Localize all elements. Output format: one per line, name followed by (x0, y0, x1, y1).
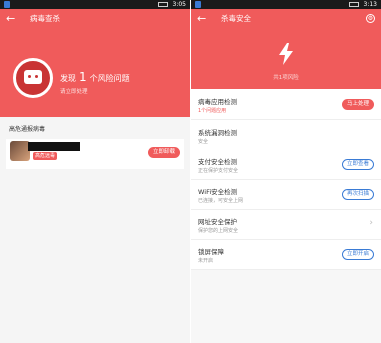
row-name: 病毒应用检测 (198, 98, 237, 106)
title-bar: ← 杀毒安全 ⚙ (191, 9, 381, 29)
antivirus-security-screen: 3:13 ← 杀毒安全 ⚙ 共1项风险 病毒应用检测 1个问题应用 马上处理 系… (191, 0, 381, 343)
handle-now-button[interactable]: 马上处理 (341, 99, 374, 110)
row-desc: 保护您的上网安全 (198, 228, 239, 234)
shield-icon (4, 1, 10, 8)
row-desc: 未开启 (198, 258, 214, 264)
status-bar: 3:05 (0, 0, 190, 9)
status-time: 3:13 (363, 1, 377, 8)
scan-header: ← 病毒查杀 发现 1 个风险问题 请立即处理 (0, 9, 190, 117)
row-desc: 1个问题应用 (198, 108, 227, 114)
header-subtitle: 共1项风险 (273, 75, 299, 81)
page-title: 病毒查杀 (30, 14, 60, 23)
security-header: ← 杀毒安全 ⚙ 共1项风险 (191, 9, 381, 89)
app-icon (10, 141, 30, 161)
uninstall-button[interactable]: 立即卸载 (147, 147, 180, 158)
row-name: WiFi安全检测 (198, 188, 238, 196)
status-bar: 3:13 (191, 0, 381, 9)
view-now-button[interactable]: 立即查看 (341, 159, 374, 170)
row-name: 支付安全检测 (198, 158, 237, 166)
status-time: 3:05 (172, 1, 186, 8)
battery-icon (349, 2, 359, 7)
shield-icon (195, 1, 201, 8)
row-name: 锁屏保障 (198, 248, 224, 256)
row-wifi-security[interactable]: WiFi安全检测 已连接，可安全上网 再次扫描 (191, 180, 381, 210)
virus-icon (13, 58, 53, 98)
row-desc: 安全 (198, 139, 209, 145)
virus-scan-screen: 3:05 ← 病毒查杀 发现 1 个风险问题 请立即处理 高危通报病毒 高危远毒 立… (0, 0, 190, 343)
row-desc: 已连接，可安全上网 (198, 198, 244, 204)
enable-now-button[interactable]: 立即开启 (341, 249, 374, 260)
risk-suffix: 个风险问题 (89, 74, 130, 83)
risk-subtitle: 请立即处理 (60, 89, 88, 95)
risk-summary: 发现 1 个风险问题 (60, 70, 130, 84)
page-title: 杀毒安全 (221, 14, 251, 23)
row-name: 网址安全保护 (198, 218, 237, 226)
row-url-protection[interactable]: 网址安全保护 保护您的上网安全 › (191, 210, 381, 240)
row-desc: 正在保护支付安全 (198, 168, 239, 174)
back-arrow-icon[interactable]: ← (197, 12, 206, 26)
row-lockscreen-protection[interactable]: 锁屏保障 未开启 立即开启 (191, 240, 381, 270)
back-arrow-icon[interactable]: ← (6, 12, 15, 26)
rescan-button[interactable]: 再次扫描 (341, 189, 374, 200)
risk-count: 1 (79, 70, 87, 84)
virus-app-card: 高危远毒 立即卸载 (6, 139, 184, 169)
row-name: 系统漏洞检测 (198, 129, 237, 137)
battery-icon (158, 2, 168, 7)
danger-badge: 高危远毒 (33, 152, 58, 160)
section-title: 高危通报病毒 (9, 126, 46, 133)
empty-area (191, 270, 381, 343)
chevron-right-icon: › (369, 218, 373, 228)
title-bar: ← 病毒查杀 (0, 9, 190, 29)
risk-prefix: 发现 (60, 74, 76, 83)
row-virus-app-detect[interactable]: 病毒应用检测 1个问题应用 马上处理 (191, 90, 381, 120)
row-system-vuln-detect[interactable]: 系统漏洞检测 安全 (191, 121, 381, 151)
row-payment-security[interactable]: 支付安全检测 正在保护支付安全 立即查看 (191, 150, 381, 180)
settings-icon[interactable]: ⚙ (366, 14, 375, 23)
redacted-app-name (28, 142, 80, 151)
lightning-icon (279, 43, 293, 65)
